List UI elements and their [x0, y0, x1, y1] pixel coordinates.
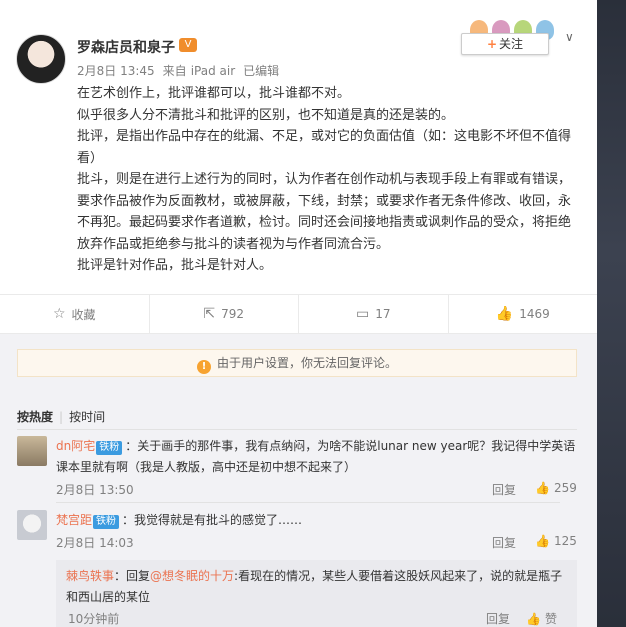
post-body: 在艺术创作上，批评谁都可以，批斗谁都不对。 似乎很多人分不清批斗和批评的区别，也…: [77, 83, 577, 277]
sort-divider: |: [59, 410, 64, 424]
weibo-post-card: 罗森店员和泉子 V + 关注 ∨ 2月8日 13:45 来自 iPad air 已编辑 …: [0, 0, 597, 627]
post-paragraph: 批斗，则是在进行上述行为的同时，认为作者在创作动机与表现手段上有罪或有错误，要求…: [77, 172, 572, 252]
post-source-prefix: 来自: [162, 64, 187, 78]
fan-badge: 铁粉: [96, 441, 123, 455]
comment-like-button[interactable]: 👍 125: [535, 534, 577, 548]
comment-icon: ▭: [355, 306, 370, 322]
reply-time: 10分钟前: [68, 612, 120, 626]
star-icon: ☆: [52, 306, 66, 322]
plus-icon: +: [486, 37, 498, 51]
comment-avatar[interactable]: [17, 510, 47, 540]
mention-link[interactable]: @想冬眠的十万: [150, 569, 234, 583]
repost-icon: ⇱: [203, 306, 216, 322]
comment-like-button[interactable]: 👍 259: [535, 481, 577, 495]
fan-badge: 铁粉: [93, 515, 120, 529]
post-time[interactable]: 2月8日 13:45: [77, 64, 155, 78]
comment-username[interactable]: dn阿宅: [56, 439, 95, 453]
follow-button[interactable]: + 关注: [461, 33, 549, 55]
reply-username[interactable]: 棘鸟轶事: [66, 569, 114, 583]
reply-like-button[interactable]: 👍 赞: [526, 610, 557, 627]
post-source: iPad air: [190, 64, 236, 78]
post-paragraph: 似乎很多人分不清批斗和批评的区别，也不知道是真的还是装的。: [77, 107, 455, 123]
post-actions: ☆ 收藏 ⇱ 792 ▭ 17 👍 1469: [0, 294, 597, 334]
comment-text: dn阿宅 铁粉 ：关于画手的那件事，我有点纳闷，为啥不能说lunar new yea…: [56, 436, 576, 478]
post-meta: 2月8日 13:45 来自 iPad air 已编辑: [77, 62, 287, 79]
thumbs-up-icon: 👍: [495, 306, 514, 322]
divider: [17, 429, 577, 430]
reply-button[interactable]: 回复: [492, 534, 516, 551]
window-edge: [597, 0, 626, 627]
post-paragraph: 批评，是指出作品中存在的纰漏、不足，或对它的负面估值（如：这电影不坏但不值得看）: [77, 129, 572, 166]
user-avatar[interactable]: [16, 34, 66, 84]
comment-content: ：关于画手的那件事，我有点纳闷，为啥不能说lunar new year呢？我记得…: [56, 439, 576, 474]
thumbs-up-icon: 👍: [535, 534, 550, 548]
sort-by-time[interactable]: 按时间: [69, 410, 105, 424]
comment-text: 梵宫距 铁粉 ：我觉得就是有批斗的感觉了……: [56, 510, 576, 531]
reply-disabled-notice: ! 由于用户设置，你无法回复评论。: [17, 349, 577, 377]
favorite-button[interactable]: ☆ 收藏: [0, 295, 150, 333]
comment-username[interactable]: 梵宫距: [56, 513, 92, 527]
warning-icon: !: [196, 360, 211, 374]
comment-button[interactable]: ▭ 17: [299, 295, 449, 333]
comment-avatar[interactable]: [17, 436, 47, 466]
vip-icon: V: [179, 38, 197, 52]
post-username[interactable]: 罗森店员和泉子: [77, 37, 175, 57]
thumbs-up-icon: 👍: [535, 481, 550, 495]
nested-reply: 棘鸟轶事：回复@想冬眠的十万:看现在的情况，某些人要借着这股妖风起来了，说的就是…: [56, 560, 577, 627]
post-paragraph: 批评是针对作品，批斗是针对人。: [77, 258, 273, 273]
post: 罗森店员和泉子 V + 关注 ∨ 2月8日 13:45 来自 iPad air 已编辑 …: [0, 0, 597, 292]
reply-button[interactable]: 回复: [486, 610, 510, 627]
comment-sort: 按热度 | 按时间: [17, 408, 105, 425]
divider: [56, 502, 560, 503]
comment-content: ：我觉得就是有批斗的感觉了……: [122, 513, 303, 527]
like-button[interactable]: 👍 1469: [449, 295, 598, 333]
sort-by-hot[interactable]: 按热度: [17, 410, 53, 424]
post-edited[interactable]: 已编辑: [243, 64, 279, 78]
reply-text: 棘鸟轶事：回复@想冬眠的十万:看现在的情况，某些人要借着这股妖风起来了，说的就是…: [66, 569, 563, 604]
comment-time: 2月8日 13:50: [56, 483, 134, 497]
chevron-down-icon[interactable]: ∨: [565, 30, 574, 44]
repost-button[interactable]: ⇱ 792: [150, 295, 299, 333]
comment-time: 2月8日 14:03: [56, 536, 134, 550]
thumbs-up-icon: 👍: [526, 612, 541, 626]
reply-button[interactable]: 回复: [492, 481, 516, 498]
post-paragraph: 在艺术创作上，批评谁都可以，批斗谁都不对。: [77, 86, 351, 101]
comments-section: ! 由于用户设置，你无法回复评论。 按热度 | 按时间 dn阿宅 铁粉 ：关于画手的那件事…: [0, 334, 597, 627]
